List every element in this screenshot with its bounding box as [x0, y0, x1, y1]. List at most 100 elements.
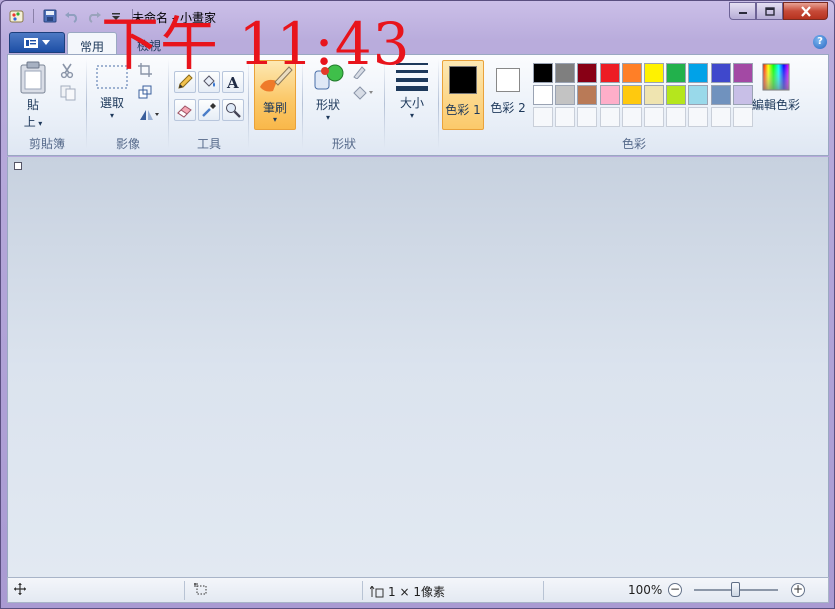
clipboard-group: 貼 上 ▾ 剪貼簿	[8, 55, 86, 155]
brushes-label: 筆刷	[262, 101, 287, 115]
canvas-resize-handle[interactable]	[14, 162, 22, 170]
status-separator	[184, 581, 185, 600]
group-divider	[438, 59, 439, 149]
group-divider	[86, 59, 87, 149]
palette-swatch[interactable]	[666, 85, 687, 105]
palette-swatch[interactable]	[577, 85, 598, 105]
color2-button[interactable]: 色彩 2	[488, 61, 528, 131]
paint-app-icon[interactable]	[7, 7, 27, 25]
rotate-icon[interactable]	[138, 108, 160, 125]
zoom-in-button[interactable]: +	[791, 583, 805, 597]
palette-swatch[interactable]	[555, 85, 576, 105]
custom-color-slot[interactable]	[577, 107, 598, 127]
colors-group-label: 色彩	[621, 137, 646, 151]
save-icon[interactable]	[40, 7, 60, 25]
palette-swatch[interactable]	[688, 85, 709, 105]
cursor-position-icon	[14, 583, 26, 595]
paste-sub-label: 上 ▾	[23, 115, 43, 129]
palette-swatch[interactable]	[710, 85, 731, 105]
edit-colors-button[interactable]: 編輯色彩	[752, 63, 800, 129]
paint-menu-button[interactable]	[9, 32, 65, 53]
selection-size-icon	[194, 583, 208, 595]
overlay-clock-text: 下午 11:43	[101, 10, 411, 78]
qat-separator	[33, 9, 34, 23]
edit-colors-label: 編輯色彩	[752, 98, 801, 112]
status-separator	[543, 581, 544, 600]
palette-swatch[interactable]	[710, 63, 731, 83]
custom-color-slot[interactable]	[533, 107, 553, 127]
shapes-group-label: 形狀	[331, 137, 356, 151]
chevron-down-icon: ▾	[109, 111, 114, 120]
paste-button[interactable]: 貼 上 ▾	[14, 61, 52, 131]
shapes-label: 形狀	[315, 98, 340, 112]
custom-color-slot[interactable]	[688, 107, 709, 127]
custom-color-slot[interactable]	[710, 107, 731, 127]
eyedropper-icon	[202, 103, 216, 117]
clipboard-group-label: 剪貼簿	[28, 137, 65, 151]
custom-color-slot[interactable]	[621, 107, 642, 127]
color-spectrum-icon	[762, 63, 790, 91]
undo-icon[interactable]	[62, 7, 82, 25]
help-icon[interactable]: ?	[813, 35, 827, 49]
palette-swatch[interactable]	[533, 63, 553, 83]
palette-swatch[interactable]	[732, 85, 753, 105]
eraser-icon	[177, 105, 192, 118]
zoom-level: 100%	[628, 583, 663, 597]
select-label: 選取	[99, 96, 124, 110]
status-bar: 1 × 1像素 100% − +	[7, 577, 829, 603]
status-separator	[362, 581, 363, 600]
custom-color-slot[interactable]	[555, 107, 576, 127]
palette-swatch[interactable]	[644, 63, 664, 83]
resize-icon[interactable]	[138, 85, 152, 102]
window-controls	[729, 2, 828, 20]
palette-swatch[interactable]	[666, 63, 687, 83]
palette-swatch[interactable]	[688, 63, 709, 83]
palette-swatch[interactable]	[621, 63, 642, 83]
fill-shape-icon[interactable]	[352, 85, 374, 104]
cut-icon[interactable]	[60, 63, 74, 82]
chevron-down-icon: ▾	[272, 115, 277, 124]
magnifier-tool[interactable]	[222, 99, 244, 121]
image-size-icon	[370, 585, 384, 597]
zoom-slider-thumb[interactable]	[731, 582, 740, 597]
custom-color-slot[interactable]	[732, 107, 753, 127]
palette-swatch[interactable]	[599, 85, 620, 105]
colors-group: 色彩 1 色彩 2 編輯色彩 色彩	[440, 55, 828, 155]
maximize-button[interactable]	[756, 2, 783, 20]
size-label: 大小	[399, 96, 424, 110]
custom-color-slot[interactable]	[599, 107, 620, 127]
color2-swatch	[496, 68, 520, 92]
tools-group-label: 工具	[196, 137, 221, 151]
color-picker-tool[interactable]	[198, 99, 220, 121]
palette-swatch[interactable]	[732, 63, 753, 83]
copy-icon[interactable]	[60, 85, 76, 104]
image-size: 1 × 1像素	[370, 583, 445, 600]
close-button[interactable]	[783, 2, 828, 20]
palette-swatch[interactable]	[533, 85, 553, 105]
magnifier-icon	[226, 103, 241, 118]
chevron-down-icon: ▾	[325, 113, 330, 122]
paste-icon	[20, 61, 46, 94]
custom-color-slot[interactable]	[644, 107, 664, 127]
eraser-tool[interactable]	[174, 99, 196, 121]
image-group-label: 影像	[115, 137, 140, 151]
chevron-down-icon: ▾	[409, 111, 414, 120]
image-size-text: 1 × 1像素	[388, 585, 445, 599]
minimize-button[interactable]	[729, 2, 756, 20]
color1-swatch	[449, 66, 477, 94]
menu-icon	[24, 37, 38, 48]
palette-swatch[interactable]	[644, 85, 664, 105]
color1-button[interactable]: 色彩 1	[442, 60, 484, 130]
paste-label: 貼	[26, 98, 39, 112]
palette-swatch[interactable]	[577, 63, 598, 83]
chevron-down-icon	[42, 39, 50, 45]
palette-swatch[interactable]	[599, 63, 620, 83]
paint-window: 未命名 - 小畫家 常用 檢視 ? 貼 上 ▾ 剪貼簿 選取 ▾ 影像 A 工具…	[0, 0, 835, 609]
custom-color-slot[interactable]	[666, 107, 687, 127]
palette-swatch[interactable]	[555, 63, 576, 83]
color1-label: 色彩 1	[445, 103, 481, 117]
zoom-out-button[interactable]: −	[668, 583, 682, 597]
palette-swatch[interactable]	[621, 85, 642, 105]
canvas-area[interactable]	[7, 157, 829, 577]
color2-label: 色彩 2	[490, 101, 526, 115]
